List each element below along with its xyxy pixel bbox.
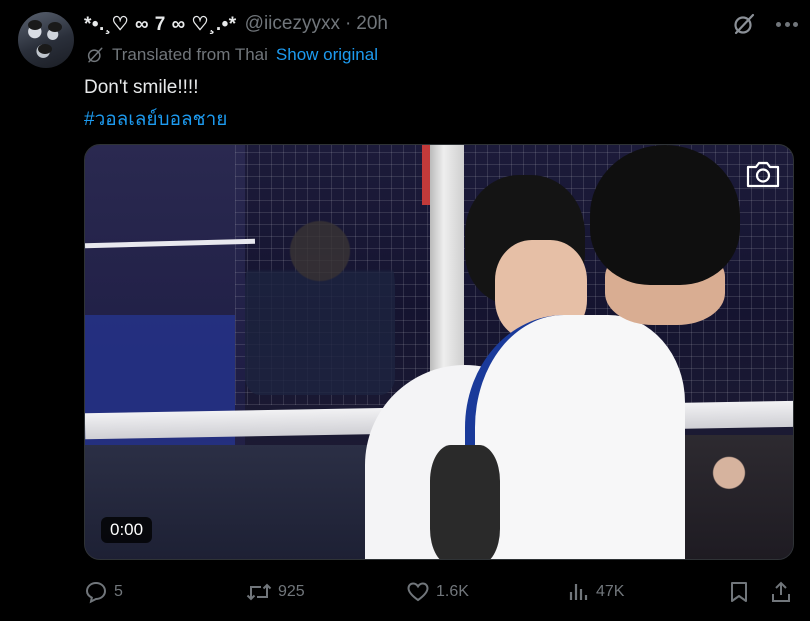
reply-button[interactable]: 5 — [84, 578, 123, 606]
bookmark-icon — [731, 582, 747, 602]
views-count: 47K — [596, 583, 625, 600]
grok-icon[interactable] — [732, 12, 756, 36]
reply-count: 5 — [114, 583, 123, 600]
share-icon — [772, 581, 790, 602]
like-count: 1.6K — [436, 583, 469, 600]
hashtag-link[interactable]: #วอลเลย์บอลชาย — [84, 104, 227, 134]
bookmark-button[interactable] — [728, 578, 756, 606]
share-button[interactable] — [770, 578, 798, 606]
separator: · — [344, 13, 352, 34]
translated-label: Translated from Thai — [112, 45, 268, 64]
handle[interactable]: @iicezyyxx — [245, 13, 340, 35]
video-frame-player-front-head — [590, 145, 740, 285]
views-icon — [569, 584, 588, 600]
translation-notice: Translated from Thai Show original — [86, 45, 378, 65]
avatar[interactable] — [18, 12, 74, 68]
retweet-count: 925 — [278, 583, 305, 600]
like-button[interactable]: 1.6K — [406, 578, 469, 606]
video-duration-badge: 0:00 — [101, 517, 153, 543]
camera-icon[interactable] — [745, 159, 781, 189]
reply-icon — [85, 581, 107, 604]
tweet-text: Don't smile!!!! — [84, 77, 199, 98]
action-bar: 5 925 1.6K 47K — [84, 578, 794, 606]
more-icon[interactable] — [773, 12, 801, 36]
display-name[interactable]: *•.¸♡ ∞ 7 ∞ ♡¸.•* — [84, 13, 237, 36]
retweet-button[interactable]: 925 — [246, 578, 305, 606]
video-frame-panel — [85, 315, 235, 465]
video-frame-pole-stripe — [422, 145, 430, 205]
video-frame-pole — [430, 145, 464, 395]
like-icon — [407, 582, 429, 602]
video-frame-arm — [430, 445, 500, 559]
timestamp[interactable]: 20h — [356, 13, 388, 35]
video-frame-spectator — [245, 215, 395, 395]
tweet-header: *•.¸♡ ∞ 7 ∞ ♡¸.•* @iicezyyxx · 20h — [84, 10, 388, 38]
show-original-link[interactable]: Show original — [276, 45, 378, 65]
translate-icon — [87, 47, 103, 63]
retweet-icon — [246, 583, 272, 601]
video-player[interactable]: 0:00 — [84, 144, 794, 560]
video-frame-crowd — [685, 435, 793, 559]
views-button[interactable]: 47K — [568, 578, 624, 606]
